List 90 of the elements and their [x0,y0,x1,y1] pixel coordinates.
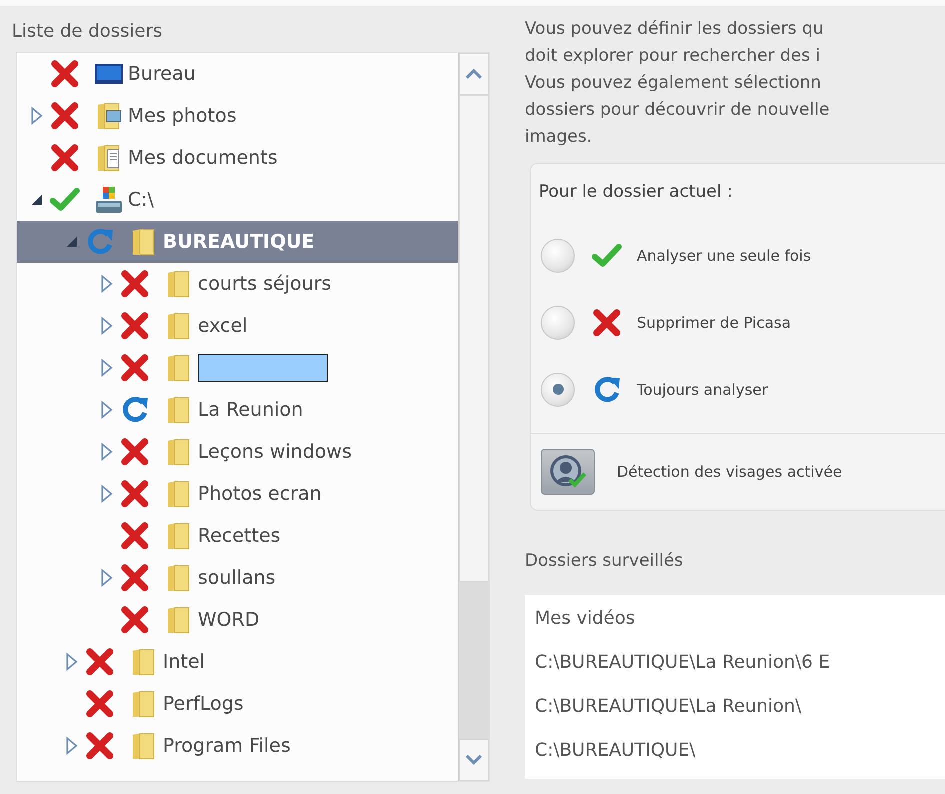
folder-name: Leçons windows [198,441,352,463]
tree-row[interactable]: Program Files [17,725,458,767]
tree-row[interactable]: Photos ecran [17,473,458,515]
refresh-icon [85,227,115,257]
folder-name: soullans [198,567,276,589]
tree-row[interactable]: Recettes [17,515,458,557]
scroll-down-icon[interactable] [466,755,482,765]
description-line: images. [525,126,594,149]
folder-name: BUREAUTIQUE [163,231,315,253]
drive-icon [94,185,124,215]
tree-row[interactable]: Mes photos [17,95,458,137]
checkmark-icon [591,242,623,268]
cross-icon [120,353,150,383]
option-label: Supprimer de Picasa [637,314,792,332]
cross-icon [120,269,150,299]
folder-name: Intel [163,651,206,673]
scrollbar-thumb[interactable] [459,95,489,582]
cross-icon [120,311,150,341]
folder-name: Photos ecran [198,483,322,505]
folder-name: La Reunion [198,399,304,421]
folder-path: Mes vidéos [535,607,636,631]
photo-folder-icon [95,101,123,131]
tree-row[interactable]: courts séjours [17,263,458,305]
folder-name: Mes photos [128,105,237,127]
scrollbar[interactable] [458,53,489,781]
collapse-arrow-icon[interactable] [31,194,43,206]
folder-name: Mes documents [128,147,278,169]
description-line: Vous pouvez définir les dossiers qu [525,18,825,41]
refresh-icon [120,395,150,425]
face-detection-label: Détection des visages activée [617,463,842,481]
folder-name: excel [198,315,248,337]
folder-name: Program Files [163,735,291,757]
tree-row[interactable]: Mes documents [17,137,458,179]
description-line: dossiers pour découvrir de nouvelle [525,99,831,122]
cross-icon [120,437,150,467]
folder-name: C:\ [128,189,154,211]
folder-name: Recettes [198,525,281,547]
checkmark-icon [49,187,81,213]
expand-arrow-icon[interactable] [101,443,113,461]
description-line: doit explorer pour rechercher des i [525,45,822,68]
expand-arrow-icon[interactable] [101,275,113,293]
folder-name: PerfLogs [163,693,244,715]
tree-row[interactable]: excel [17,305,458,347]
cross-icon [120,605,150,635]
option-label: Analyser une seule fois [637,246,812,264]
panel-title: Liste de dossiers [12,20,164,44]
cross-icon [50,59,80,89]
expand-arrow-icon[interactable] [101,317,113,335]
folder-name: courts séjours [198,273,332,295]
radio-button[interactable] [541,238,575,272]
folder-path: C:\BUREAUTIQUE\La Reunion\ [535,695,803,719]
tree-row[interactable]: soullans [17,557,458,599]
tree-row[interactable]: Intel [17,641,458,683]
expand-arrow-icon[interactable] [101,485,113,503]
cross-icon [592,308,622,338]
scroll-up-icon[interactable] [466,69,482,79]
folder-name: WORD [198,609,260,631]
tree-row[interactable]: Bureau [17,53,458,95]
cross-icon [50,143,80,173]
cross-icon [85,647,115,677]
tree-row[interactable]: C:\ [17,179,458,221]
tree-row[interactable]: La Reunion [17,389,458,431]
tree-row[interactable]: BUREAUTIQUE [17,221,458,263]
tree-row[interactable]: Leçons windows [17,431,458,473]
monitor-icon [94,61,124,87]
expand-arrow-icon[interactable] [101,359,113,377]
tree-row[interactable]: WORD [17,599,458,641]
option-label: Toujours analyser [637,380,768,398]
cross-icon [50,101,80,131]
expand-arrow-icon[interactable] [66,737,78,755]
card-title: Pour le dossier actuel : [538,181,734,204]
refresh-icon [592,374,622,404]
face-detection-button[interactable] [541,449,595,495]
folder-name: Bureau [128,63,196,85]
expand-arrow-icon[interactable] [101,569,113,587]
cross-icon [85,731,115,761]
folder-path: C:\BUREAUTIQUE\La Reunion\6 E [535,651,832,675]
section-title: Dossiers surveillés [525,551,684,573]
description-line: Vous pouvez également sélectionn [525,72,822,95]
cross-icon [85,689,115,719]
cross-icon [120,563,150,593]
radio-button[interactable] [541,306,575,340]
cross-icon [120,479,150,509]
radio-button[interactable] [541,372,575,406]
expand-arrow-icon[interactable] [66,653,78,671]
expand-arrow-icon[interactable] [31,107,43,125]
tree-row[interactable]: PerfLogs [17,683,458,725]
expand-arrow-icon[interactable] [101,401,113,419]
folder-path: C:\BUREAUTIQUE\ [535,739,697,763]
cross-icon [120,521,150,551]
